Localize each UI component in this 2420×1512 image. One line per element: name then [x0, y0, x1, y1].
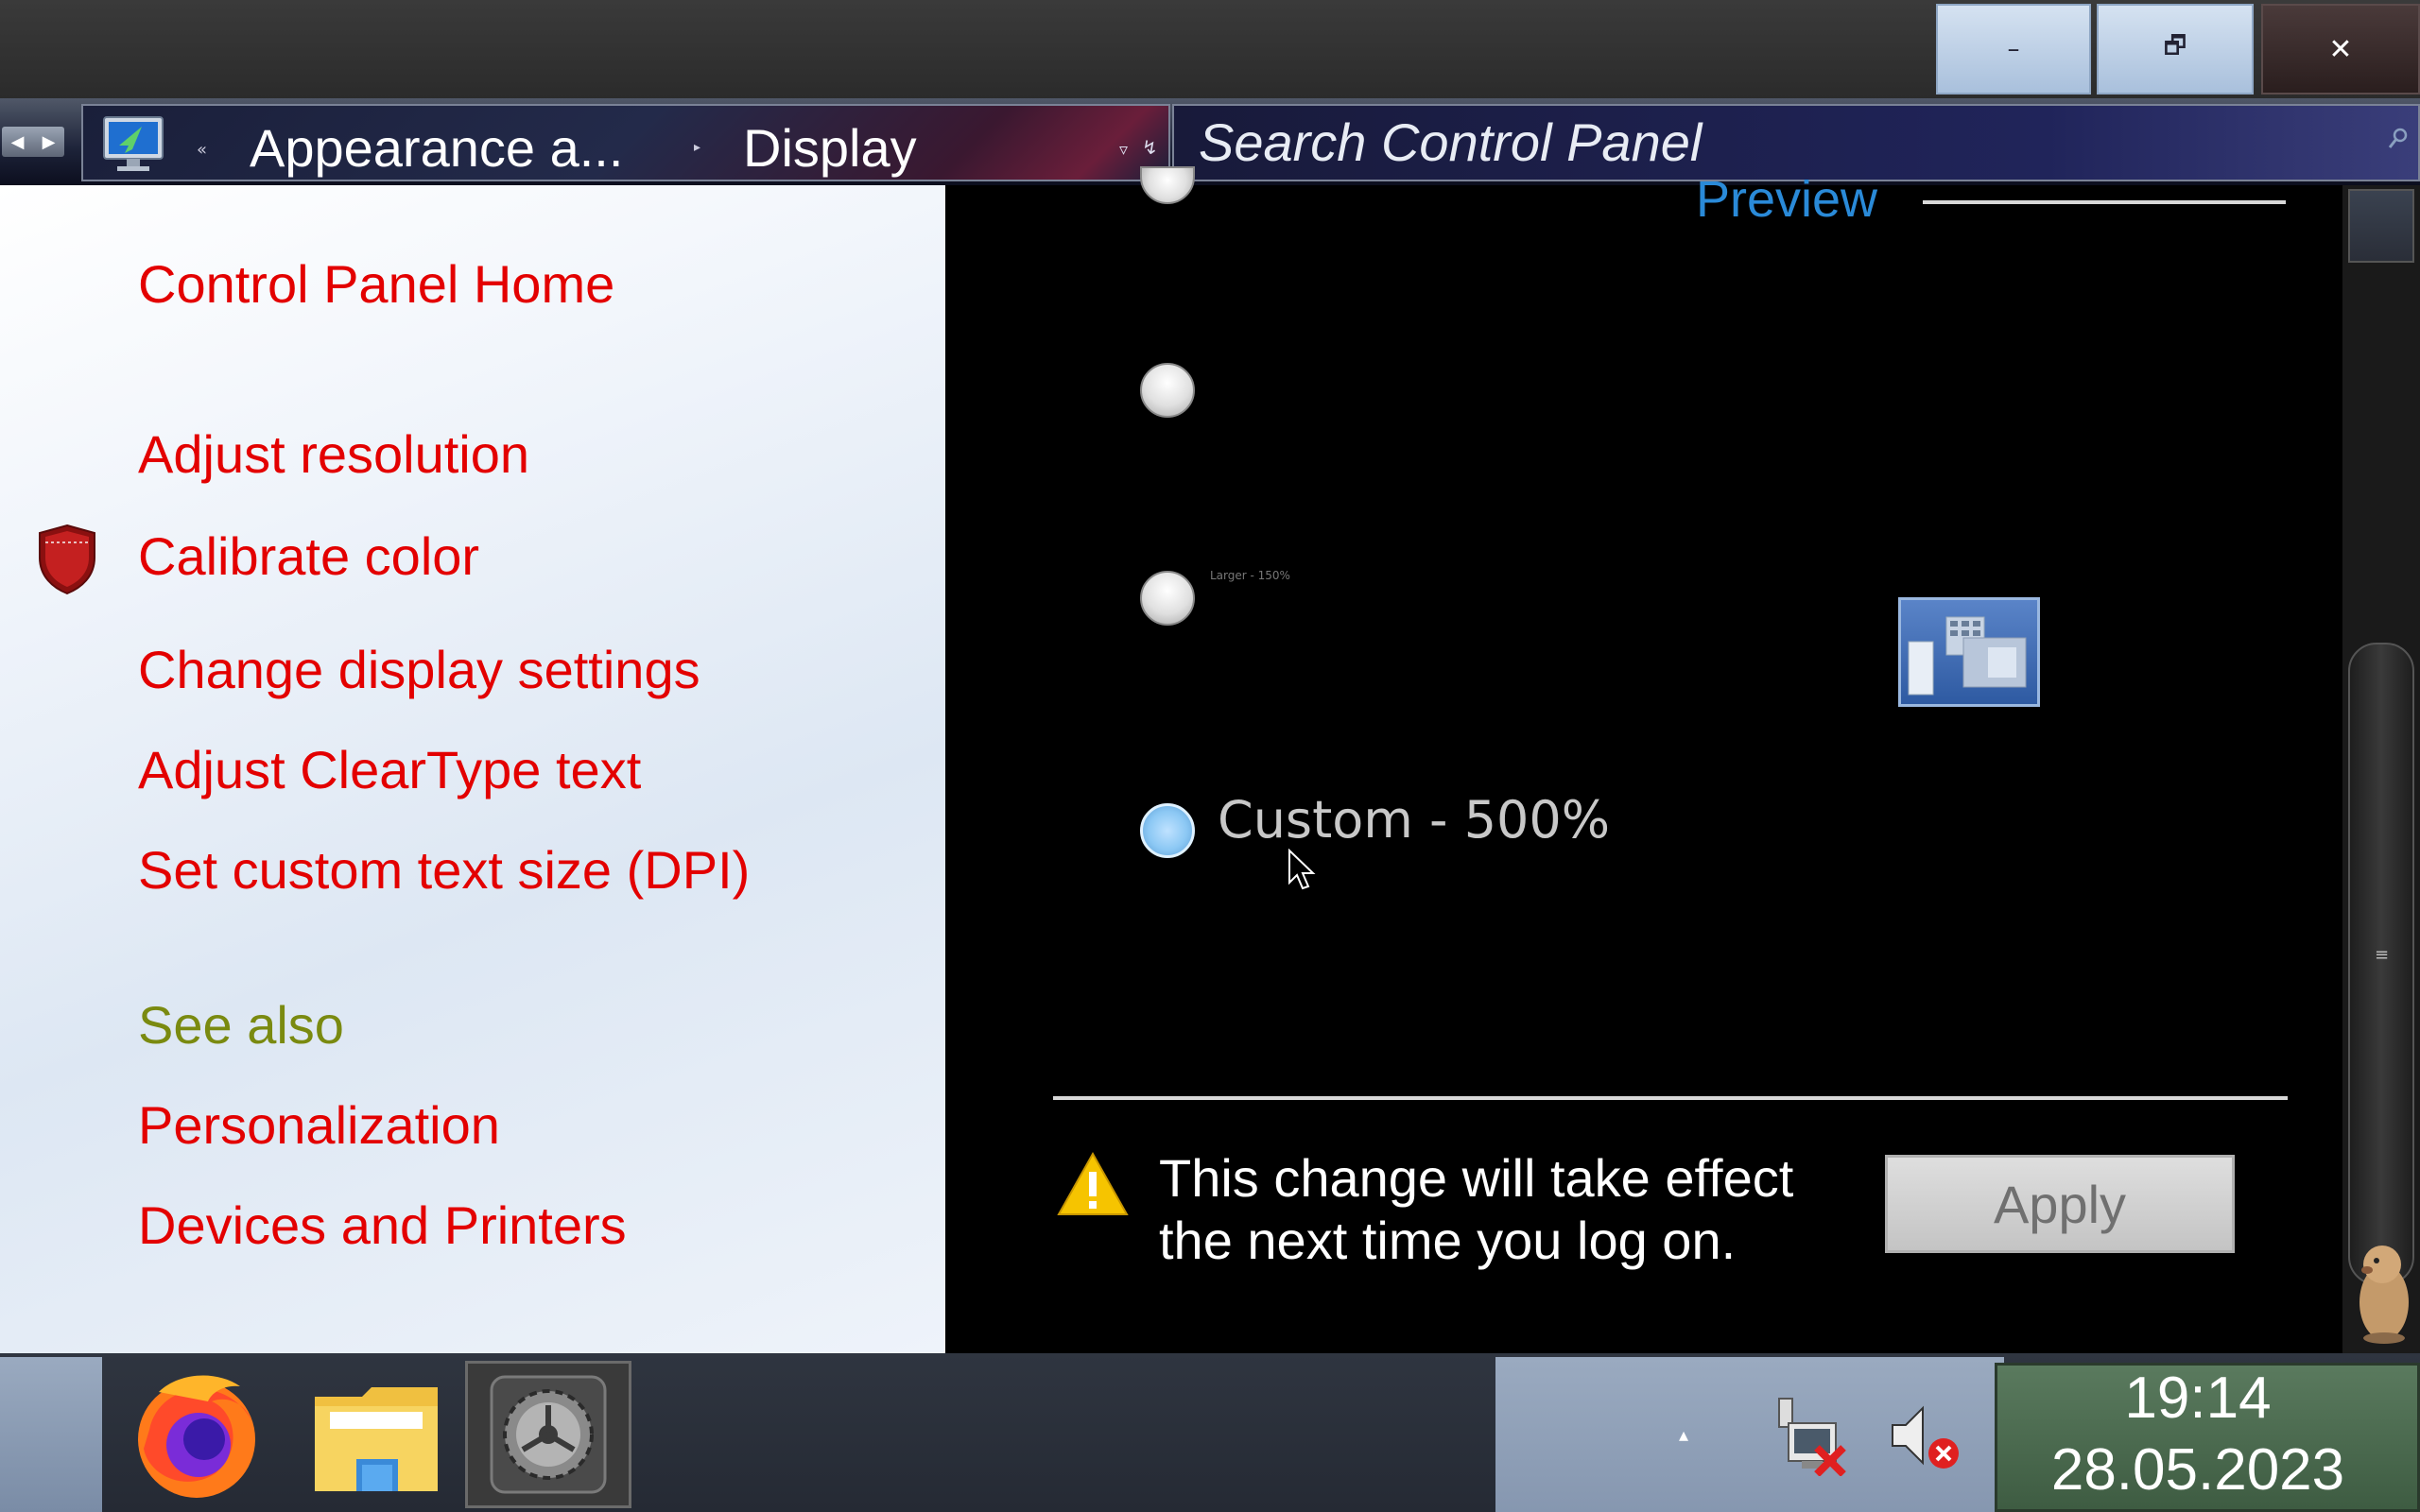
calibrate-color-link[interactable]: Calibrate color	[138, 525, 479, 587]
scrollbar-grip-icon: ≡	[2375, 945, 2390, 965]
size-option-radio-3[interactable]	[1140, 571, 1195, 626]
clock-date: 28.05.2023	[2050, 1437, 2345, 1503]
search-icon[interactable]	[2388, 127, 2409, 149]
section-divider	[1053, 1096, 2288, 1100]
clock-time: 19:14	[2124, 1366, 2272, 1431]
show-hidden-icons-button[interactable]: ▴	[1679, 1423, 1688, 1446]
change-display-settings-link[interactable]: Change display settings	[138, 639, 700, 700]
refresh-icon[interactable]: ↯	[1142, 136, 1158, 159]
preview-thumbnail	[1898, 597, 2040, 707]
close-button[interactable]: ✕	[2261, 4, 2420, 94]
size-option-radio-2[interactable]	[1140, 363, 1195, 418]
search-input[interactable]: Search Control Panel	[1199, 112, 1702, 173]
minimize-icon: –	[2007, 35, 2020, 63]
firefox-icon	[138, 1375, 255, 1498]
volume-muted-icon[interactable]	[1887, 1399, 1962, 1474]
warning-line-2: the next time you log on.	[1159, 1211, 1737, 1270]
breadcrumb-appearance[interactable]: Appearance a...	[250, 117, 623, 179]
adjust-resolution-link[interactable]: Adjust resolution	[138, 423, 529, 485]
shield-icon	[39, 524, 95, 595]
file-explorer-icon	[315, 1387, 438, 1491]
preview-rule	[1923, 200, 2286, 204]
taskbar-firefox[interactable]	[112, 1361, 278, 1508]
scroll-up-button[interactable]	[2348, 189, 2414, 263]
warning-line-1: This change will take effect	[1159, 1148, 1794, 1208]
back-arrow-icon[interactable]: ◀	[11, 132, 25, 152]
display-monitor-icon	[103, 116, 164, 171]
personalization-link[interactable]: Personalization	[138, 1094, 500, 1156]
restore-button[interactable]: 🗗	[2097, 4, 2254, 94]
breadcrumb-chevron-icon: ▸	[694, 140, 701, 155]
set-custom-dpi-link[interactable]: Set custom text size (DPI)	[138, 839, 750, 901]
adjust-cleartype-link[interactable]: Adjust ClearType text	[138, 739, 641, 800]
breadcrumb-display[interactable]: Display	[743, 117, 917, 179]
size-option-label-3: Larger - 150%	[1210, 569, 1290, 582]
settings-icon	[490, 1375, 607, 1494]
restore-icon: 🗗	[2163, 32, 2187, 60]
address-bar[interactable]	[81, 104, 1170, 181]
preview-window-icon	[1908, 616, 2027, 696]
see-also-heading: See also	[138, 995, 344, 1055]
logoff-warning-text: This change will take effect the next ti…	[1159, 1147, 1877, 1272]
forward-arrow-icon[interactable]: ▶	[43, 132, 56, 152]
breadcrumb-separator: «	[197, 140, 208, 160]
minimize-button[interactable]: –	[1936, 4, 2091, 94]
address-dropdown-icon[interactable]: ▿	[1119, 140, 1128, 160]
taskbar-start-area[interactable]	[0, 1357, 102, 1512]
taskbar-file-explorer[interactable]	[293, 1361, 459, 1508]
taskbar-settings[interactable]	[465, 1361, 631, 1508]
network-disconnected-icon[interactable]	[1773, 1395, 1849, 1476]
control-panel-home-link[interactable]: Control Panel Home	[138, 253, 614, 315]
back-forward-buttons[interactable]: ◀ ▶	[2, 127, 64, 157]
preview-heading: Preview	[1696, 171, 1878, 228]
gopher-mascot-icon	[2360, 1246, 2409, 1344]
devices-and-printers-link[interactable]: Devices and Printers	[138, 1194, 627, 1256]
custom-size-radio[interactable]	[1140, 803, 1195, 858]
apply-button[interactable]: Apply	[1885, 1155, 2235, 1253]
close-icon: ✕	[2328, 32, 2353, 66]
warning-icon	[1057, 1151, 1129, 1215]
custom-size-label[interactable]: Custom - 500%	[1218, 790, 1610, 850]
mouse-cursor-icon	[1288, 849, 1316, 890]
